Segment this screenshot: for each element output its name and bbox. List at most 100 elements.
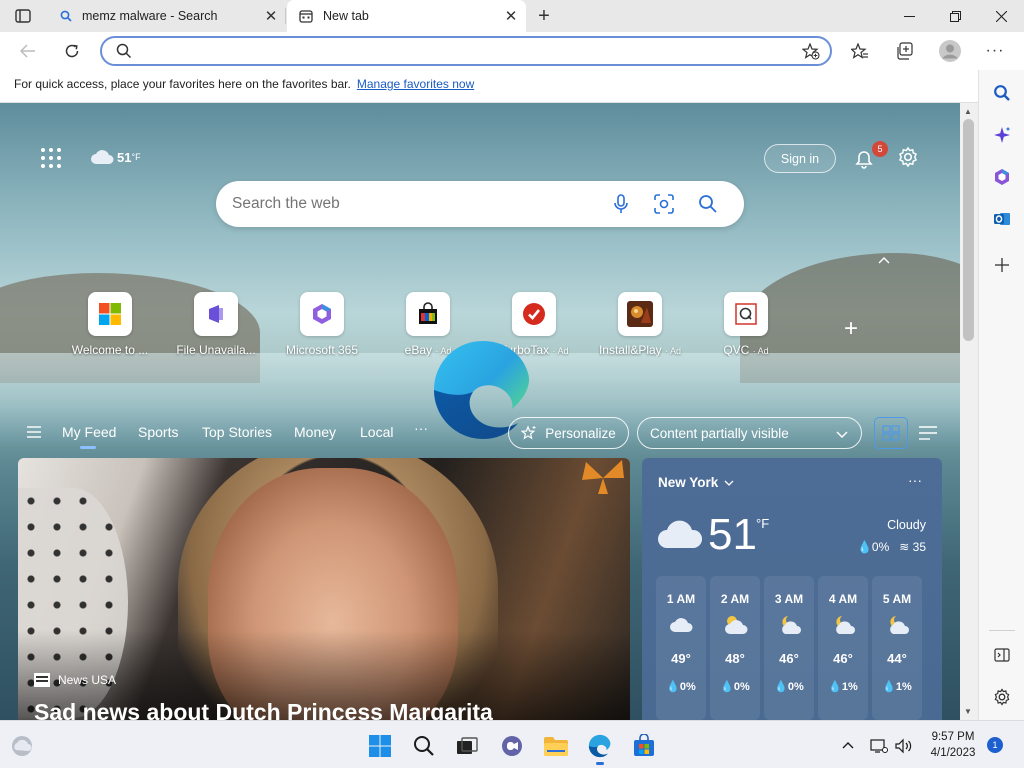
taskbar-search-button[interactable] bbox=[411, 733, 437, 759]
chat-icon bbox=[502, 736, 522, 756]
hourly-item[interactable]: 2 AM 48° 💧0% bbox=[710, 576, 760, 720]
file-explorer-button[interactable] bbox=[543, 733, 569, 759]
news-source: News USA bbox=[34, 673, 116, 687]
feed-tab-sports[interactable]: Sports bbox=[138, 424, 178, 440]
chevron-up-icon[interactable] bbox=[876, 253, 892, 269]
quick-link-qvc[interactable]: QVC · Ad bbox=[696, 292, 796, 357]
news-source-logo-icon bbox=[34, 673, 50, 687]
back-button[interactable] bbox=[14, 38, 42, 64]
notification-badge: 5 bbox=[872, 141, 888, 157]
hero-news-card[interactable]: News USA Sad news about Dutch Princess M… bbox=[18, 458, 630, 720]
manage-favorites-link[interactable]: Manage favorites now bbox=[357, 77, 474, 91]
sidebar-office-button[interactable] bbox=[991, 166, 1013, 188]
hourly-forecast: 1 AM 49° 💧0% 2 AM 48° 💧0% 3 AM 46° 💧0% 4… bbox=[656, 576, 932, 720]
visual-search-icon[interactable] bbox=[653, 193, 675, 215]
store-button[interactable] bbox=[631, 733, 657, 759]
grid-layout-button[interactable] bbox=[874, 417, 908, 449]
sidebar-settings-button[interactable] bbox=[991, 686, 1013, 708]
page-scrollbar[interactable]: ▲ ▼ bbox=[960, 103, 978, 720]
address-input[interactable] bbox=[140, 42, 780, 60]
sidebar-search-button[interactable] bbox=[991, 82, 1013, 104]
feed-tab-top-stories[interactable]: Top Stories bbox=[202, 424, 272, 440]
hourly-item[interactable]: 5 AM 44° 💧1% bbox=[872, 576, 922, 720]
store-icon bbox=[634, 734, 654, 756]
task-view-button[interactable] bbox=[454, 733, 480, 759]
scroll-down-arrow[interactable]: ▼ bbox=[964, 707, 972, 716]
feed-tab-my-feed[interactable]: My Feed bbox=[62, 424, 116, 449]
weather-mini[interactable]: 51 °F bbox=[90, 149, 141, 165]
profile-button[interactable] bbox=[938, 40, 962, 62]
microphone-icon[interactable] bbox=[610, 193, 632, 215]
tab-actions-button[interactable] bbox=[8, 5, 38, 27]
sidebar-copilot-button[interactable] bbox=[991, 124, 1013, 146]
restore-icon bbox=[949, 10, 961, 22]
content-visibility-dropdown[interactable]: Content partially visible bbox=[637, 417, 862, 449]
sidebar-hide-button[interactable] bbox=[991, 644, 1013, 666]
minimize-icon bbox=[903, 15, 915, 17]
weather-more-button[interactable]: ··· bbox=[908, 472, 922, 488]
close-tab-button[interactable]: ✕ bbox=[504, 8, 518, 25]
weather-location-dropdown[interactable]: New York bbox=[658, 475, 734, 490]
feed-more-button[interactable]: ··· bbox=[414, 420, 428, 436]
quick-link-label: Microsoft 365 bbox=[285, 343, 359, 357]
add-favorite-icon[interactable] bbox=[802, 43, 820, 60]
teams-chat-button[interactable] bbox=[499, 733, 525, 759]
wind-stat: ≋ 35 bbox=[899, 540, 926, 554]
scroll-thumb[interactable] bbox=[963, 119, 974, 341]
clock[interactable]: 9:57 PM 4/1/2023 bbox=[922, 729, 984, 761]
hourly-item[interactable]: 1 AM 49° 💧0% bbox=[656, 576, 706, 720]
feed-tab-money[interactable]: Money bbox=[294, 424, 336, 440]
microsoft-365-icon bbox=[313, 304, 331, 324]
hour-time: 5 AM bbox=[882, 592, 912, 606]
notification-center-badge[interactable]: 1 bbox=[987, 737, 1003, 753]
gear-icon[interactable] bbox=[897, 146, 919, 168]
close-window-button[interactable] bbox=[978, 0, 1024, 32]
quick-link-install-play[interactable]: Install&Play · Ad bbox=[590, 292, 690, 357]
start-button[interactable] bbox=[367, 733, 393, 759]
hourly-item[interactable]: 3 AM 46° 💧0% bbox=[764, 576, 814, 720]
newtab-icon bbox=[299, 9, 313, 23]
tab-new-tab[interactable]: New tab ✕ bbox=[287, 0, 526, 32]
feed-tab-local[interactable]: Local bbox=[360, 424, 393, 440]
quick-link-file-unavailable[interactable]: File Unavaila... bbox=[166, 292, 266, 357]
volume-button[interactable] bbox=[891, 733, 917, 759]
edge-taskbar-button[interactable] bbox=[587, 733, 613, 765]
grid-layout-icon bbox=[882, 425, 900, 441]
restore-button[interactable] bbox=[932, 0, 978, 32]
web-search-box[interactable] bbox=[216, 181, 744, 227]
address-bar[interactable] bbox=[100, 36, 832, 66]
collections-button[interactable] bbox=[893, 40, 917, 62]
quick-link-label: File Unavaila... bbox=[176, 343, 256, 357]
sidebar-add-button[interactable] bbox=[991, 254, 1013, 276]
minimize-button[interactable] bbox=[886, 0, 932, 32]
sidebar-outlook-button[interactable] bbox=[991, 208, 1013, 230]
quick-link-welcome[interactable]: Welcome to ... bbox=[60, 292, 160, 357]
quick-link-microsoft-365[interactable]: Microsoft 365 bbox=[272, 292, 372, 357]
personalize-button[interactable]: Personalize bbox=[508, 417, 629, 449]
weather-card[interactable]: New York ··· 51 °F Cloudy 💧0% ≋ 35 1 AM … bbox=[642, 458, 942, 720]
back-arrow-icon bbox=[20, 44, 35, 58]
app-launcher-icon[interactable] bbox=[40, 147, 62, 169]
close-tab-button[interactable]: ✕ bbox=[264, 8, 278, 25]
tab-actions-icon bbox=[15, 9, 31, 23]
sign-in-button[interactable]: Sign in bbox=[764, 144, 836, 173]
hero-headline[interactable]: Sad news about Dutch Princess Margarita bbox=[34, 699, 493, 720]
search-icon[interactable] bbox=[697, 193, 719, 215]
web-search-input[interactable] bbox=[232, 195, 592, 213]
hourly-item[interactable]: 4 AM 46° 💧1% bbox=[818, 576, 868, 720]
network-status-button[interactable] bbox=[866, 733, 892, 759]
hour-temp: 49° bbox=[671, 651, 691, 666]
settings-more-button[interactable]: ··· bbox=[983, 40, 1007, 62]
refresh-button[interactable] bbox=[58, 38, 86, 64]
list-layout-icon[interactable] bbox=[918, 425, 938, 441]
new-tab-button[interactable]: + bbox=[533, 5, 555, 27]
favorites-button[interactable] bbox=[848, 40, 872, 62]
weather-mini-unit: °F bbox=[131, 152, 141, 162]
tab-memz-search[interactable]: memz malware - Search ✕ bbox=[48, 0, 286, 32]
add-quick-link-button[interactable]: + bbox=[840, 315, 862, 342]
scroll-up-arrow[interactable]: ▲ bbox=[964, 107, 972, 116]
hamburger-menu-icon[interactable] bbox=[26, 425, 42, 439]
cloud-icon bbox=[91, 150, 114, 164]
show-hidden-icons-button[interactable] bbox=[835, 733, 861, 759]
widgets-button[interactable] bbox=[9, 733, 35, 759]
